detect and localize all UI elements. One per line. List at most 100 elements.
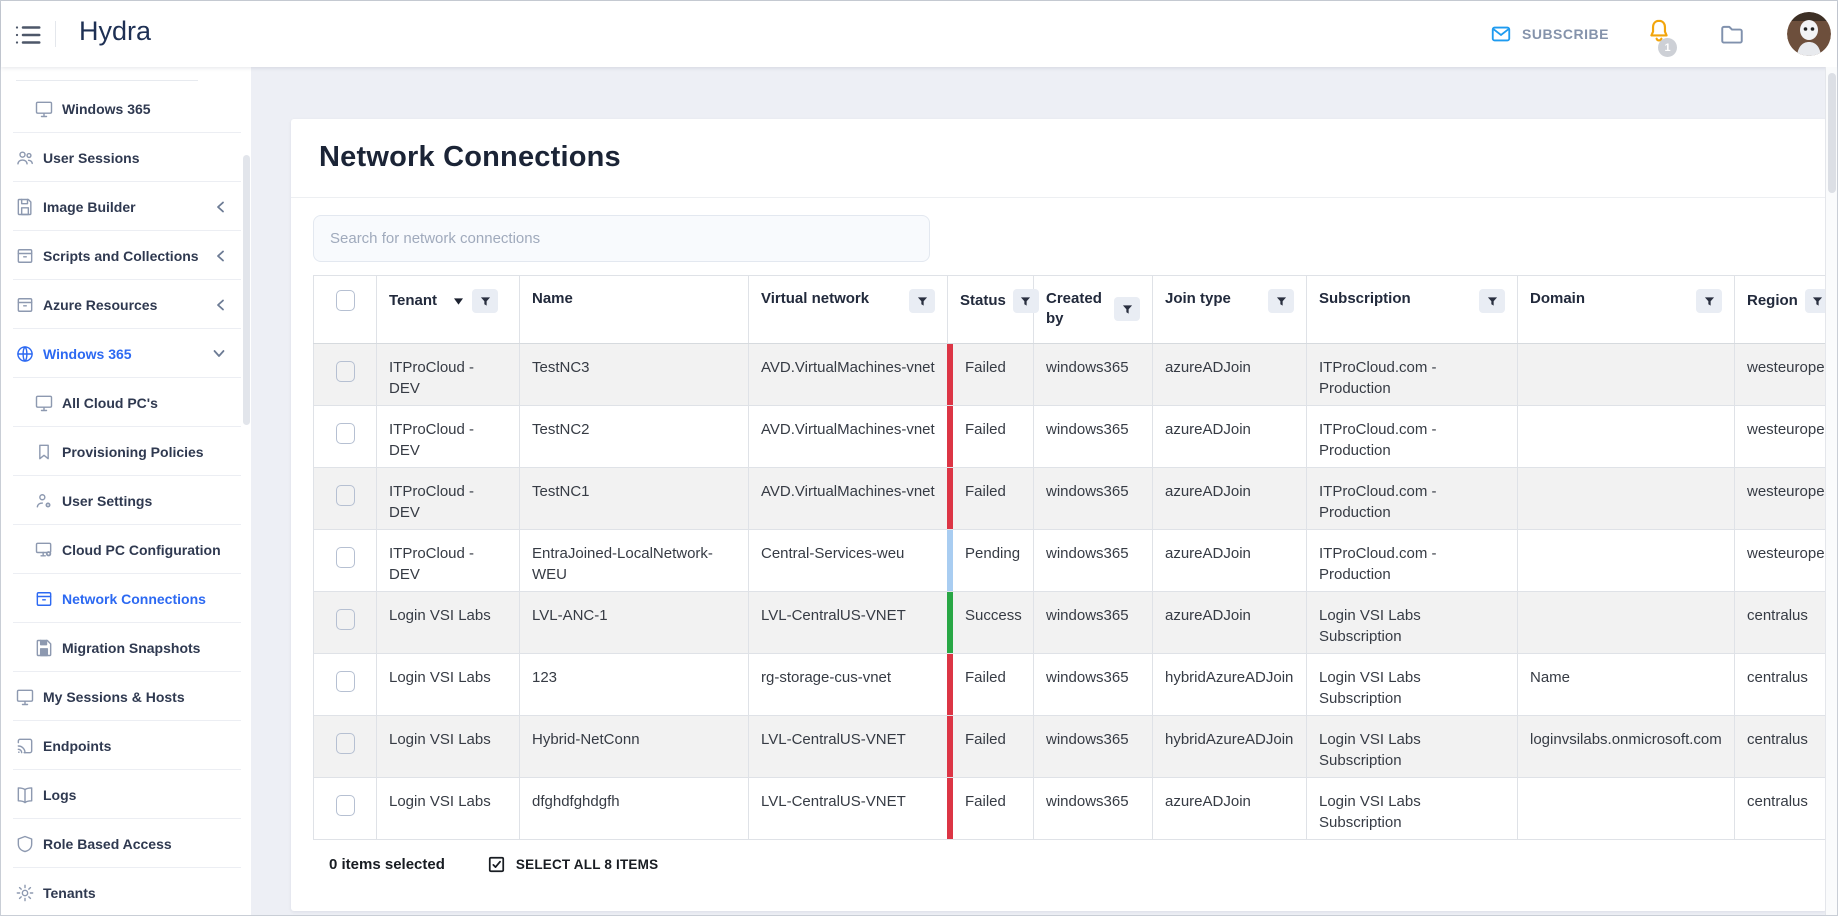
row-checkbox[interactable]: [336, 671, 355, 692]
chevron-left-icon[interactable]: [216, 201, 225, 213]
sidebar-item-migration-snapshots[interactable]: Migration Snapshots: [1, 623, 251, 672]
cell-created-by: windows365: [1034, 654, 1153, 716]
cell-name: dfghdfghdgfh: [520, 778, 749, 840]
table-row[interactable]: Login VSI LabsHybrid-NetConnLVL-CentralU…: [314, 716, 1828, 778]
row-checkbox[interactable]: [336, 547, 355, 568]
row-checkbox[interactable]: [336, 795, 355, 816]
sidebar-item-cloud-pc-configuration[interactable]: Cloud PC Configuration: [1, 525, 251, 574]
envelope-icon: [1490, 23, 1512, 45]
table-row[interactable]: ITProCloud - DEVTestNC2AVD.VirtualMachin…: [314, 406, 1828, 468]
cell-status: Failed: [948, 716, 1034, 778]
sidebar-item-network-connections[interactable]: Network Connections: [1, 574, 251, 623]
sidebar-item-endpoints[interactable]: Endpoints: [1, 721, 251, 770]
status-color-bar: [947, 716, 953, 777]
shield-icon: [15, 834, 35, 854]
network-connections-card: Network Connections Tenant Name Virtual ne…: [291, 119, 1827, 911]
select-all-checkbox[interactable]: [336, 290, 355, 311]
cell-region: centralus: [1735, 654, 1828, 716]
column-header-name[interactable]: Name: [520, 276, 749, 344]
filter-icon[interactable]: [909, 289, 935, 313]
chevron-left-icon[interactable]: [216, 250, 225, 262]
sidebar-item-my-sessions-hosts[interactable]: My Sessions & Hosts: [1, 672, 251, 721]
search-input[interactable]: [313, 215, 930, 262]
table-footer: 0 items selected SELECT ALL 8 ITEMS: [329, 855, 658, 874]
sidebar-item-user-settings[interactable]: User Settings: [1, 476, 251, 525]
cell-created-by: windows365: [1034, 344, 1153, 406]
chevron-left-icon[interactable]: [216, 299, 225, 311]
row-checkbox[interactable]: [336, 485, 355, 506]
filter-icon[interactable]: [1013, 289, 1039, 313]
folder-icon[interactable]: [1719, 22, 1745, 46]
sidebar-item-user-sessions[interactable]: User Sessions: [1, 133, 251, 182]
sidebar-item-provisioning-policies[interactable]: Provisioning Policies: [1, 427, 251, 476]
column-header-region[interactable]: Region: [1735, 276, 1828, 344]
sidebar-item-azure-resources[interactable]: Azure Resources: [1, 280, 251, 329]
sidebar-item-windows-365[interactable]: Windows 365: [1, 329, 251, 378]
column-header-join-type[interactable]: Join type: [1153, 276, 1307, 344]
column-header-virtual-network[interactable]: Virtual network: [749, 276, 948, 344]
sidebar-scrollbar[interactable]: [243, 155, 250, 425]
page-scrollbar[interactable]: [1825, 67, 1837, 915]
filter-icon[interactable]: [1114, 297, 1140, 321]
page-scrollbar-thumb[interactable]: [1828, 73, 1836, 193]
sidebar-item-tenants[interactable]: Tenants: [1, 868, 251, 915]
row-checkbox[interactable]: [336, 733, 355, 754]
cell-created-by: windows365: [1034, 592, 1153, 654]
avatar[interactable]: [1787, 12, 1831, 56]
page-title: Network Connections: [319, 141, 621, 174]
sort-desc-icon[interactable]: [454, 298, 463, 305]
column-header-domain[interactable]: Domain: [1518, 276, 1735, 344]
cell-region: centralus: [1735, 778, 1828, 840]
sidebar-item-logs[interactable]: Logs: [1, 770, 251, 819]
select-all-button[interactable]: SELECT ALL 8 ITEMS: [487, 855, 658, 874]
sidebar-item-image-builder[interactable]: Image Builder: [1, 182, 251, 231]
sidebar-item-scripts-and-collections[interactable]: Scripts and Collections: [1, 231, 251, 280]
chevron-down-icon[interactable]: [213, 349, 225, 358]
table-row[interactable]: ITProCloud - DEVTestNC1AVD.VirtualMachin…: [314, 468, 1828, 530]
cell-domain: loginvsilabs.onmicrosoft.com: [1518, 716, 1735, 778]
save-icon: [34, 638, 54, 658]
cell-join-type: azureADJoin: [1153, 344, 1307, 406]
filter-icon[interactable]: [1696, 289, 1722, 313]
filter-icon[interactable]: [472, 289, 498, 313]
column-header-status[interactable]: Status: [948, 276, 1034, 344]
sidebar-item-label: Network Connections: [62, 591, 206, 607]
table-row[interactable]: Login VSI LabsLVL-ANC-1LVL-CentralUS-VNE…: [314, 592, 1828, 654]
column-label: Name: [532, 289, 573, 309]
column-header-subscription[interactable]: Subscription: [1307, 276, 1518, 344]
filter-icon[interactable]: [1479, 289, 1505, 313]
status-text: Failed: [965, 731, 1006, 748]
cell-select: [314, 468, 377, 530]
status-color-bar: [947, 530, 953, 591]
cell-virtual-network: AVD.VirtualMachines-vnet: [749, 468, 948, 530]
column-header-tenant[interactable]: Tenant: [377, 276, 520, 344]
table-row[interactable]: Login VSI LabsdfghdfghdgfhLVL-CentralUS-…: [314, 778, 1828, 840]
table-row[interactable]: Login VSI Labs123rg-storage-cus-vnetFail…: [314, 654, 1828, 716]
table-row[interactable]: ITProCloud - DEVTestNC3AVD.VirtualMachin…: [314, 344, 1828, 406]
sidebar-item-all-cloud-pc-s[interactable]: All Cloud PC's: [1, 378, 251, 427]
sidebar-item-windows-365[interactable]: Windows 365: [1, 84, 251, 133]
column-header-created-by[interactable]: Created by: [1034, 276, 1153, 344]
sidebar-item-role-based-access[interactable]: Role Based Access: [1, 819, 251, 868]
cell-created-by: windows365: [1034, 406, 1153, 468]
monitor-icon: [34, 393, 54, 413]
cell-subscription: Login VSI Labs Subscription: [1307, 592, 1518, 654]
cell-join-type: azureADJoin: [1153, 530, 1307, 592]
subscribe-button[interactable]: SUBSCRIBE: [1490, 1, 1609, 67]
menu-icon[interactable]: [13, 20, 43, 48]
cell-created-by: windows365: [1034, 716, 1153, 778]
cell-subscription: ITProCloud.com - Production: [1307, 406, 1518, 468]
sidebar-item-label: Migration Snapshots: [62, 640, 200, 656]
sidebar-item-label: Provisioning Policies: [62, 444, 204, 460]
cell-virtual-network: LVL-CentralUS-VNET: [749, 716, 948, 778]
status-text: Pending: [965, 545, 1020, 562]
table-row[interactable]: ITProCloud - DEVEntraJoined-LocalNetwork…: [314, 530, 1828, 592]
row-checkbox[interactable]: [336, 361, 355, 382]
globe-icon: [15, 344, 35, 364]
column-label: Join type: [1165, 289, 1231, 309]
column-label: Subscription: [1319, 289, 1411, 309]
row-checkbox[interactable]: [336, 609, 355, 630]
row-checkbox[interactable]: [336, 423, 355, 444]
filter-icon[interactable]: [1268, 289, 1294, 313]
user-gear-icon: [34, 491, 54, 511]
